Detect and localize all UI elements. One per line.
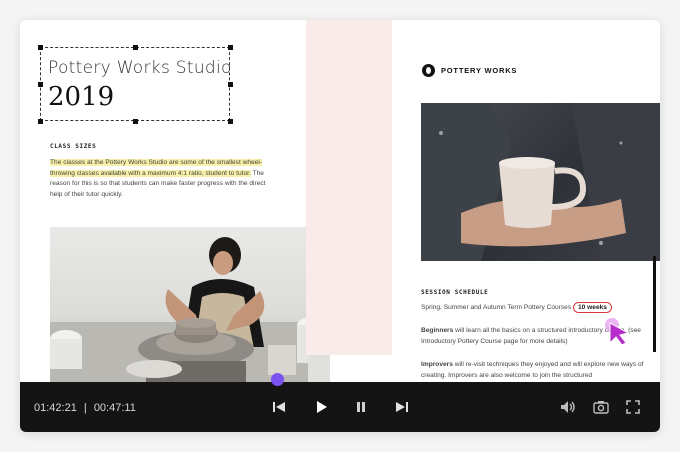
skip-forward-button[interactable] bbox=[391, 396, 413, 418]
improvers-text: will re-visit techniques they enjoyed an… bbox=[421, 361, 644, 379]
improvers-paragraph: Improvers will re-visit techniques they … bbox=[421, 360, 647, 381]
elapsed-time: 01:42:21 bbox=[34, 402, 77, 414]
cup-photo bbox=[421, 103, 660, 261]
class-sizes-text: The classes at the Pottery Works Studio … bbox=[50, 158, 278, 200]
volume-button[interactable] bbox=[557, 396, 579, 418]
fullscreen-icon bbox=[626, 400, 640, 414]
resize-handle[interactable] bbox=[228, 119, 233, 124]
camera-icon bbox=[593, 401, 609, 414]
schedule-intro-text: Spring, Summer and Autumn Term Pottery C… bbox=[421, 304, 572, 311]
brochure-year: 2019 bbox=[48, 82, 115, 112]
resize-handle[interactable] bbox=[38, 119, 43, 124]
pottery-works-logo: POTTERY WORKS bbox=[422, 64, 517, 77]
logo-text: POTTERY WORKS bbox=[441, 66, 518, 75]
pause-button[interactable] bbox=[350, 396, 372, 418]
video-player-frame: Pottery Works Studio 2019 CLASS SIZES Th… bbox=[20, 20, 660, 432]
play-icon bbox=[317, 401, 327, 413]
skip-back-button[interactable] bbox=[268, 396, 290, 418]
highlighted-text: The classes at the Pottery Works Studio … bbox=[50, 159, 263, 177]
pottery-wheel-photo bbox=[50, 227, 330, 382]
resize-handle[interactable] bbox=[38, 45, 43, 50]
playback-controls: 01:42:21 | 00:47:11 bbox=[20, 382, 660, 432]
duration-circled: 10 weeks bbox=[572, 302, 612, 313]
page-scrollbar[interactable] bbox=[653, 256, 656, 352]
snapshot-button[interactable] bbox=[590, 396, 612, 418]
skip-back-icon bbox=[273, 402, 285, 412]
time-readout: 01:42:21 | 00:47:11 bbox=[34, 402, 136, 414]
resize-handle[interactable] bbox=[228, 45, 233, 50]
resize-handle[interactable] bbox=[38, 82, 43, 87]
vase-icon bbox=[422, 64, 435, 77]
pointer-cursor-icon bbox=[604, 317, 632, 352]
resize-handle[interactable] bbox=[228, 82, 233, 87]
total-time: 00:47:11 bbox=[93, 402, 136, 414]
resize-handle[interactable] bbox=[133, 119, 138, 124]
volume-icon bbox=[561, 401, 575, 413]
class-sizes-heading: CLASS SIZES bbox=[50, 143, 97, 150]
time-separator: | bbox=[83, 402, 87, 414]
skip-forward-icon bbox=[396, 402, 408, 412]
resize-handle[interactable] bbox=[133, 45, 138, 50]
session-schedule-heading: SESSION SCHEDULE bbox=[421, 289, 489, 296]
progress-scrubber[interactable] bbox=[271, 373, 284, 386]
play-button[interactable] bbox=[310, 396, 332, 418]
fullscreen-button[interactable] bbox=[622, 396, 644, 418]
beginners-label: Beginners bbox=[421, 327, 454, 334]
improvers-label: Improvers bbox=[421, 361, 453, 368]
pause-icon bbox=[357, 402, 365, 412]
schedule-intro: Spring, Summer and Autumn Term Pottery C… bbox=[421, 302, 653, 314]
brochure-title: Pottery Works Studio bbox=[48, 58, 232, 78]
